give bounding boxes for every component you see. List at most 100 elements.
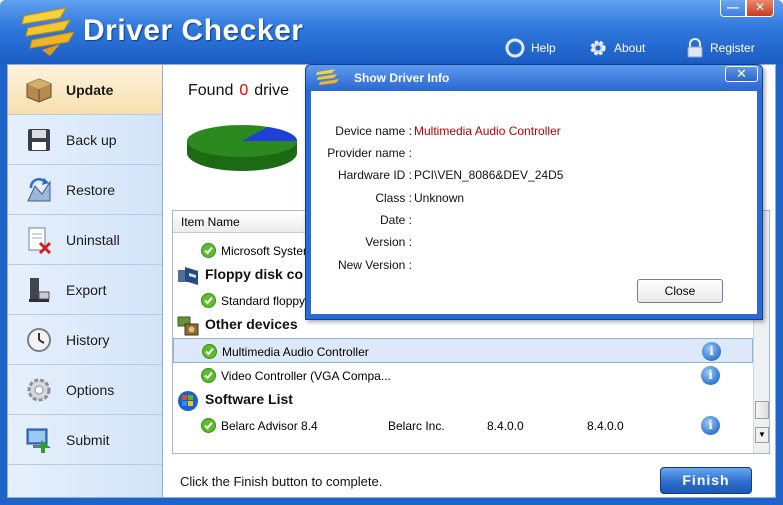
version-field: Version : — [311, 232, 757, 252]
group-label: Software List — [205, 391, 293, 407]
hardware-id-field: Hardware ID : PCI\VEN_8086&DEV_24D5 — [311, 165, 757, 185]
field-value: Multimedia Audio Controller — [414, 124, 561, 138]
floppy-icon — [28, 128, 50, 151]
dialog-logo-icon — [316, 69, 339, 85]
sidebar-item-label: History — [66, 331, 110, 348]
gear-icon — [27, 378, 51, 401]
app-window: Driver Checker — ✕ Help About Register U… — [0, 0, 783, 505]
clock-icon — [27, 327, 51, 352]
group-row-software-list[interactable]: Software List — [173, 388, 753, 413]
sidebar: Update Back up Restore Uninstall Export … — [8, 65, 163, 497]
submit-icon — [26, 428, 51, 453]
export-icon — [29, 277, 50, 302]
sidebar-item-label: Export — [66, 281, 107, 298]
info-icon[interactable]: i — [701, 416, 720, 435]
found-count: 0 — [239, 82, 249, 99]
found-prefix: Found — [188, 82, 234, 99]
item-new-version: 8.4.0.0 — [587, 419, 624, 433]
about-menu[interactable]: About — [588, 36, 645, 60]
window-close-button[interactable]: ✕ — [746, 0, 774, 17]
group-label: Other devices — [205, 316, 298, 332]
found-suffix: drive — [254, 82, 289, 99]
sidebar-item-label: Submit — [66, 431, 110, 448]
device-name-field: Device name : Multimedia Audio Controlle… — [311, 121, 757, 141]
uninstall-icon — [28, 227, 52, 254]
finish-button[interactable]: Finish — [660, 467, 752, 494]
lock-icon — [687, 38, 703, 58]
field-label: Version : — [365, 235, 412, 249]
field-value: Unknown — [414, 191, 465, 205]
sidebar-item-submit[interactable]: Submit — [8, 415, 162, 465]
info-icon[interactable]: i — [702, 342, 721, 361]
sidebar-item-label: Back up — [66, 131, 117, 148]
check-icon — [201, 368, 216, 383]
app-logo-icon — [21, 7, 74, 56]
item-current-version: 8.4.0.0 — [487, 419, 524, 433]
sidebar-item-options[interactable]: Options — [8, 365, 162, 415]
field-label: Device name : — [335, 124, 412, 138]
dialog-title: Show Driver Info — [354, 71, 450, 85]
field-label: Class : — [375, 191, 412, 205]
driver-pie-chart — [187, 125, 297, 171]
windows-icon — [178, 391, 198, 411]
list-item[interactable]: Video Controller (VGA Compa... i — [173, 363, 753, 388]
field-label: Hardware ID : — [337, 168, 412, 182]
item-name: Belarc Advisor 8.4 — [221, 419, 318, 433]
field-value: PCI\VEN_8086&DEV_24D5 — [414, 168, 564, 182]
devices-icon — [177, 316, 199, 336]
sidebar-item-restore[interactable]: Restore — [8, 165, 162, 215]
found-summary: Found 0 drive — [188, 82, 289, 100]
field-label: Provider name : — [327, 146, 412, 160]
item-name: Multimedia Audio Controller — [222, 345, 369, 359]
scroll-down-arrow-icon[interactable]: ▼ — [755, 427, 769, 443]
date-field: Date : — [311, 210, 757, 230]
driver-info-dialog: Show Driver Info ✕ Device name : Multime… — [305, 64, 763, 320]
field-label: New Version : — [337, 258, 412, 272]
item-name: Microsoft System — [221, 244, 314, 258]
restore-icon — [27, 177, 51, 201]
about-gear-icon — [590, 40, 606, 56]
title-bar: Driver Checker — ✕ Help About Register — [0, 0, 783, 64]
close-button[interactable]: Close — [637, 279, 723, 303]
provider-name-field: Provider name : — [311, 143, 757, 163]
check-icon — [201, 418, 216, 433]
check-icon — [201, 293, 216, 308]
minimize-button[interactable]: — — [720, 0, 746, 17]
about-label: About — [614, 41, 646, 55]
floppy-drive-icon — [178, 267, 198, 285]
dialog-title-bar[interactable]: Show Driver Info ✕ — [306, 65, 762, 91]
list-item[interactable]: Belarc Advisor 8.4 Belarc Inc. 8.4.0.0 8… — [173, 413, 753, 438]
dialog-body: Device name : Multimedia Audio Controlle… — [311, 91, 757, 314]
help-icon — [505, 38, 525, 58]
dialog-close-icon[interactable]: ✕ — [725, 66, 758, 82]
sidebar-item-history[interactable]: History — [8, 315, 162, 365]
check-icon — [201, 243, 216, 258]
info-icon[interactable]: i — [701, 366, 720, 385]
item-name: Standard floppy d — [221, 294, 316, 308]
sidebar-item-export[interactable]: Export — [8, 265, 162, 315]
sidebar-item-backup[interactable]: Back up — [8, 115, 162, 165]
class-field: Class : Unknown — [311, 188, 757, 208]
register-menu[interactable]: Register — [686, 36, 755, 60]
list-item-selected[interactable]: Multimedia Audio Controller i — [173, 338, 753, 363]
help-label: Help — [531, 41, 556, 55]
box-icon — [26, 77, 52, 103]
help-menu[interactable]: Help — [505, 36, 556, 60]
field-label: Date : — [379, 213, 412, 227]
item-publisher: Belarc Inc. — [388, 419, 445, 433]
check-icon — [202, 344, 217, 359]
item-name-column-header: Item Name — [181, 215, 240, 229]
status-text: Click the Finish button to complete. — [180, 474, 383, 489]
scrollbar-thumb[interactable] — [755, 401, 769, 419]
app-title: Driver Checker — [83, 14, 304, 47]
sidebar-item-label: Restore — [66, 181, 116, 198]
new-version-field: New Version : — [311, 255, 757, 275]
sidebar-item-uninstall[interactable]: Uninstall — [8, 215, 162, 265]
group-label: Floppy disk co — [205, 266, 304, 282]
sidebar-item-label: Uninstall — [66, 231, 120, 248]
sidebar-item-update[interactable]: Update — [8, 65, 162, 115]
sidebar-item-label: Options — [66, 381, 115, 398]
sidebar-item-label: Update — [66, 81, 114, 98]
item-name: Video Controller (VGA Compa... — [221, 369, 391, 383]
register-label: Register — [710, 41, 755, 55]
